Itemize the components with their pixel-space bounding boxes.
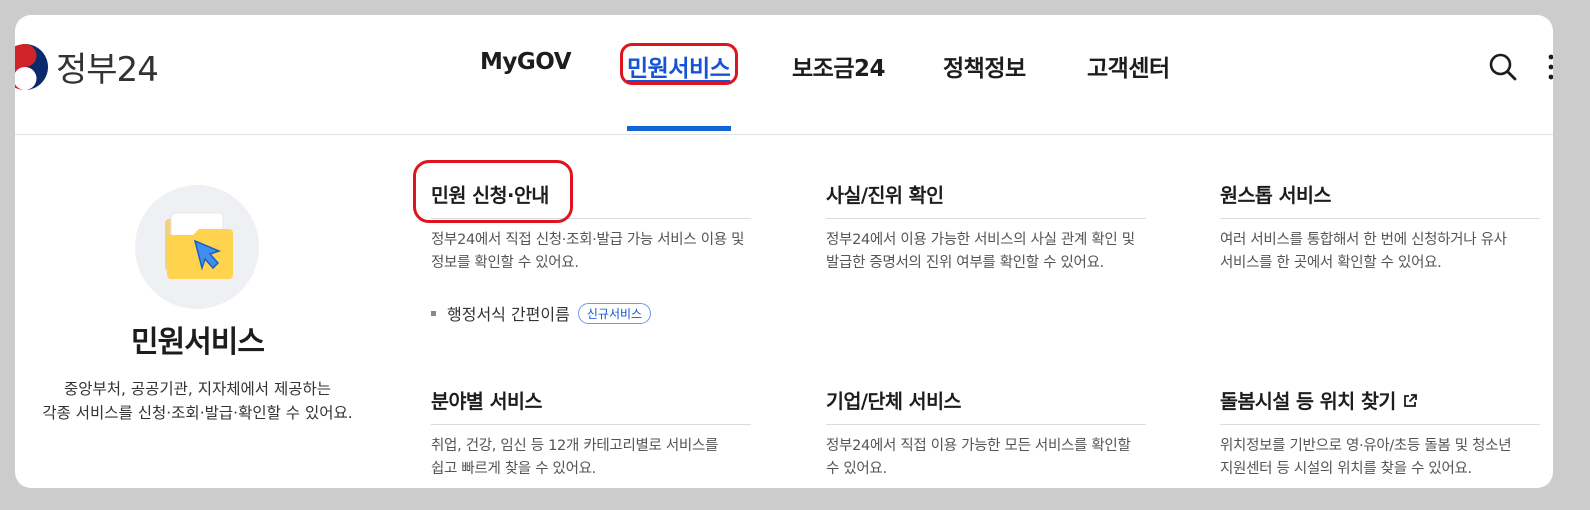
active-nav-indicator: [627, 126, 731, 131]
service-care-facility-locator[interactable]: 돌봄시설 등 위치 찾기 위치정보를 기반으로 영·유아/초등 돌봄 및 청소년…: [1220, 387, 1540, 481]
bullet-marker: [431, 310, 436, 316]
logo-text: 정부24: [56, 50, 159, 90]
taegeuk-logo-icon: [15, 43, 48, 90]
nav-customer-center[interactable]: 고객센터: [1087, 49, 1170, 83]
service-description: 위치정보를 기반으로 영·유아/초등 돌봄 및 청소년 지원센터 등 시설의 위…: [1220, 438, 1512, 477]
external-link-icon: [1403, 394, 1417, 407]
service-description: 취업, 건강, 임신 등 12개 카테고리별로 서비스를 쉽고 빠르게 찾을 수…: [431, 438, 719, 477]
highlight-annotation-nav: [620, 43, 738, 85]
service-title[interactable]: 돌봄시설 등 위치 찾기: [1220, 387, 1540, 425]
more-menu-icon[interactable]: [1548, 53, 1553, 81]
mega-menu-panel: 정부24 MyGOV 민원서비스 보조금24 정책정보 고객센터 민원서비스 중…: [15, 15, 1553, 488]
service-by-category[interactable]: 분야별 서비스 취업, 건강, 임신 등 12개 카테고리별로 서비스를 쉽고 …: [431, 387, 751, 481]
service-title[interactable]: 기업/단체 서비스: [826, 387, 1146, 425]
highlight-annotation-service: [413, 160, 573, 223]
sub-link-label[interactable]: 행정서식 간편이름: [447, 301, 570, 325]
service-description: 여러 서비스를 통합해서 한 번에 신청하거나 유사 서비스를 한 곳에서 확인…: [1220, 232, 1507, 271]
service-title[interactable]: 원스톱 서비스: [1220, 181, 1540, 219]
nav-policy-info[interactable]: 정책정보: [943, 49, 1026, 83]
intro-title: 민원서비스: [131, 325, 265, 360]
new-service-badge: 신규서비스: [577, 302, 652, 324]
search-icon[interactable]: [1488, 52, 1518, 82]
nav-subsidy24[interactable]: 보조금24: [792, 49, 886, 83]
service-description: 정부24에서 직접 이용 가능한 모든 서비스를 확인할 수 있어요.: [826, 438, 1131, 477]
service-business-organization[interactable]: 기업/단체 서비스 정부24에서 직접 이용 가능한 모든 서비스를 확인할 수…: [826, 387, 1146, 481]
site-header: 정부24 MyGOV 민원서비스 보조금24 정책정보 고객센터: [15, 15, 1553, 135]
service-description: 정부24에서 직접 신청·조회·발급 가능 서비스 이용 및 정보를 확인할 수…: [431, 232, 745, 271]
service-title[interactable]: 사실/진위 확인: [826, 181, 1146, 219]
sub-link-form-naming[interactable]: 행정서식 간편이름 신규서비스: [431, 301, 652, 325]
service-title[interactable]: 분야별 서비스: [431, 387, 751, 425]
intro-description: 중앙부처, 공공기관, 지자체에서 제공하는 각종 서비스를 신청·조회·발급·…: [42, 380, 353, 422]
folder-cursor-icon: [165, 212, 233, 279]
service-description: 정부24에서 이용 가능한 서비스의 사실 관계 확인 및 발급한 증명서의 진…: [826, 232, 1135, 271]
nav-mygov[interactable]: MyGOV: [480, 49, 572, 75]
service-fact-verification[interactable]: 사실/진위 확인 정부24에서 이용 가능한 서비스의 사실 관계 확인 및 발…: [826, 181, 1146, 275]
service-one-stop[interactable]: 원스톱 서비스 여러 서비스를 통합해서 한 번에 신청하거나 유사 서비스를 …: [1220, 181, 1540, 275]
gov24-logo[interactable]: 정부24: [15, 42, 159, 91]
